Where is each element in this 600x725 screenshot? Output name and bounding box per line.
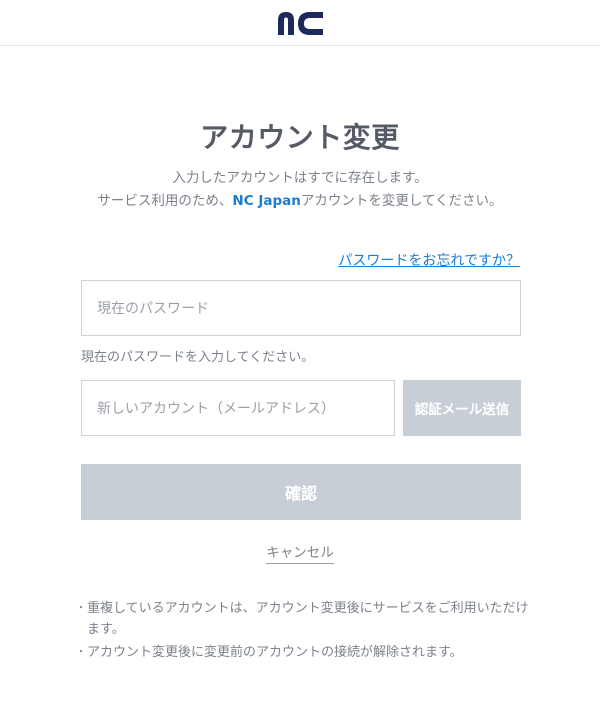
description-line-1: 入力したアカウントはすでに存在します。: [172, 170, 428, 186]
description-text: アカウントを変更してください。: [300, 193, 503, 209]
description-line-2: サービス利用のため、NC Japanアカウントを変更してください。: [0, 190, 600, 213]
header: [0, 0, 600, 46]
password-hint: 現在のパスワードを入力してください。: [81, 350, 315, 365]
note-item: 重複しているアカウントは、アカウント変更後にサービスをご利用いただけます。: [76, 598, 529, 640]
cancel-link[interactable]: キャンセル: [266, 545, 334, 564]
cancel-container: キャンセル: [0, 541, 600, 564]
current-password-placeholder: 現在のパスワード: [97, 301, 209, 317]
new-account-placeholder: 新しいアカウント（メールアドレス）: [97, 401, 335, 417]
brand-name: NC Japan: [232, 193, 301, 209]
description: 入力したアカウントはすでに存在します。 サービス利用のため、NC Japanアカ…: [0, 167, 600, 213]
description-text: サービス利用のため、: [97, 193, 233, 209]
forgot-password-link[interactable]: パスワードをお忘れですか？: [338, 250, 520, 270]
new-account-email-field[interactable]: 新しいアカウント（メールアドレス）: [81, 380, 395, 436]
confirm-button[interactable]: 確認: [81, 464, 521, 520]
notes-list: 重複しているアカウントは、アカウント変更後にサービスをご利用いただけます。 アカ…: [76, 598, 529, 665]
current-password-field[interactable]: 現在のパスワード: [81, 280, 521, 336]
note-item: アカウント変更後に変更前のアカウントの接続が解除されます。: [76, 642, 529, 663]
page-title: アカウント変更: [200, 121, 400, 154]
nc-logo[interactable]: [277, 11, 325, 35]
send-verification-email-button[interactable]: 認証メール送信: [403, 380, 521, 436]
